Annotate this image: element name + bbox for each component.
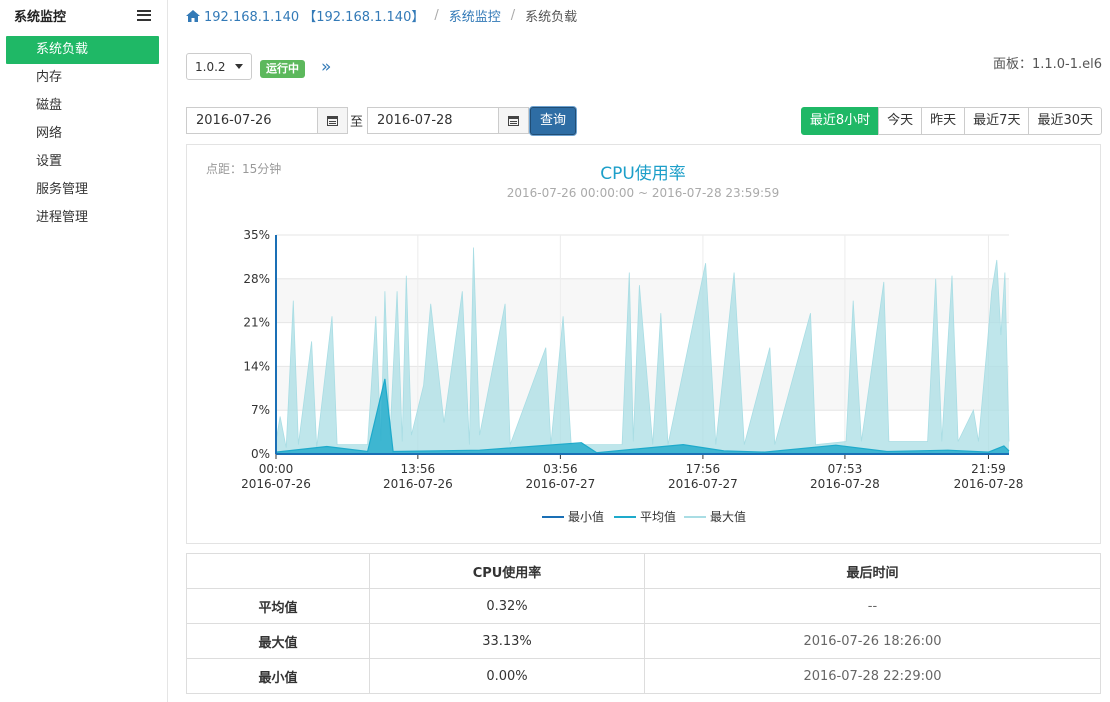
range-last-8-hours[interactable]: 最近8小时 bbox=[800, 107, 880, 135]
sidebar-item-services[interactable]: 服务管理 bbox=[6, 176, 159, 204]
menu-toggle-icon[interactable] bbox=[137, 9, 151, 21]
breadcrumb: 192.168.1.140 【192.168.1.140】 / 系统监控 / 系… bbox=[186, 6, 577, 25]
chart-interval-note: 点距：15分钟 bbox=[206, 161, 281, 176]
table-row: 平均值 0.32% -- bbox=[186, 588, 1101, 624]
breadcrumb-separator: / bbox=[434, 8, 439, 23]
column-header: CPU使用率 bbox=[369, 553, 645, 589]
y-tick-label: 35% bbox=[243, 228, 270, 242]
row-label: 最大值 bbox=[186, 623, 370, 659]
breadcrumb-section-link[interactable]: 系统监控 bbox=[449, 6, 501, 25]
cpu-chart-panel: 点距：15分钟 CPU使用率 2016-07-26 00:00:00 ~ 201… bbox=[186, 144, 1101, 544]
range-last-30-days[interactable]: 最近30天 bbox=[1028, 107, 1102, 135]
version-value: 1.0.2 bbox=[195, 59, 226, 74]
x-tick-label: 21:59 bbox=[971, 462, 1006, 476]
calendar-icon bbox=[327, 115, 338, 126]
caret-down-icon bbox=[235, 64, 243, 69]
breadcrumb-host-link[interactable]: 192.168.1.140 【192.168.1.140】 bbox=[204, 6, 424, 25]
last-time: 2016-07-28 22:29:00 bbox=[644, 658, 1101, 694]
x-tick-date-label: 2016-07-27 bbox=[668, 477, 738, 491]
cpu-value: 0.32% bbox=[369, 588, 645, 624]
x-tick-date-label: 2016-07-28 bbox=[954, 477, 1024, 491]
date-range-separator: 至 bbox=[350, 115, 364, 130]
sidebar-item-disk[interactable]: 磁盘 bbox=[6, 92, 159, 120]
x-tick-date-label: 2016-07-28 bbox=[810, 477, 880, 491]
sidebar-header: 系统监控 bbox=[0, 0, 167, 30]
x-tick-label: 03:56 bbox=[543, 462, 578, 476]
last-time: 2016-07-26 18:26:00 bbox=[644, 623, 1101, 659]
sidebar-item-memory[interactable]: 内存 bbox=[6, 64, 159, 92]
sidebar: 系统监控 系统负载 内存 磁盘 网络 设置 服务管理 进程管理 bbox=[0, 0, 168, 702]
x-tick-label: 07:53 bbox=[828, 462, 863, 476]
sidebar-item-settings[interactable]: 设置 bbox=[6, 148, 159, 176]
x-tick-date-label: 2016-07-27 bbox=[526, 477, 596, 491]
column-header: 最后时间 bbox=[644, 553, 1101, 589]
range-yesterday[interactable]: 昨天 bbox=[921, 107, 966, 135]
cpu-stats-table: CPU使用率 最后时间 平均值 0.32% -- 最大值 33.13% 2016… bbox=[186, 553, 1101, 694]
legend-item[interactable]: 最小值 bbox=[542, 509, 604, 524]
home-icon[interactable] bbox=[186, 9, 200, 22]
end-date-field[interactable]: 2016-07-28 bbox=[367, 107, 529, 134]
column-header bbox=[186, 553, 370, 589]
chart-legend: 最小值 平均值 最大值 bbox=[542, 509, 746, 524]
chart-subtitle: 2016-07-26 00:00:00 ~ 2016-07-28 23:59:5… bbox=[507, 186, 780, 200]
x-tick-label: 13:56 bbox=[401, 462, 436, 476]
y-tick-label: 7% bbox=[251, 403, 270, 417]
cpu-value: 33.13% bbox=[369, 623, 645, 659]
legend-item[interactable]: 最大值 bbox=[684, 509, 746, 524]
cpu-usage-chart: 点距：15分钟 CPU使用率 2016-07-26 00:00:00 ~ 201… bbox=[206, 161, 1023, 524]
sidebar-item-load[interactable]: 系统负载 bbox=[6, 36, 159, 64]
table-row: 最小值 0.00% 2016-07-28 22:29:00 bbox=[186, 658, 1101, 694]
cpu-value: 0.00% bbox=[369, 658, 645, 694]
start-date-picker-button[interactable] bbox=[317, 108, 347, 133]
range-last-7-days[interactable]: 最近7天 bbox=[964, 107, 1030, 135]
start-date-value[interactable]: 2016-07-26 bbox=[187, 108, 317, 133]
sidebar-title: 系统监控 bbox=[14, 9, 67, 25]
x-tick-label: 17:56 bbox=[686, 462, 721, 476]
x-tick-label: 00:00 bbox=[259, 462, 294, 476]
row-label: 最小值 bbox=[186, 658, 370, 694]
range-today[interactable]: 今天 bbox=[878, 107, 923, 135]
start-date-field[interactable]: 2016-07-26 bbox=[186, 107, 348, 134]
y-tick-label: 28% bbox=[243, 272, 270, 286]
query-button[interactable]: 查询 bbox=[530, 107, 576, 135]
end-date-picker-button[interactable] bbox=[498, 108, 528, 133]
filter-row: 2016-07-26 至 2016-07-28 查询 最近8小时 今天 昨天 最… bbox=[186, 107, 1102, 135]
main-content: 192.168.1.140 【192.168.1.140】 / 系统监控 / 系… bbox=[186, 0, 1102, 702]
y-tick-label: 0% bbox=[251, 447, 270, 461]
status-badge: 运行中 bbox=[260, 60, 305, 78]
last-time: -- bbox=[644, 588, 1101, 624]
x-tick-date-label: 2016-07-26 bbox=[383, 477, 453, 491]
version-row: 1.0.2 运行中 » 面板：1.1.0-1.el6 bbox=[186, 53, 1102, 81]
chart-title: CPU使用率 bbox=[600, 163, 686, 184]
plot-area: 0%7%14%21%28%35%00:002016-07-2613:562016… bbox=[241, 228, 1023, 491]
legend-label: 平均值 bbox=[640, 509, 676, 524]
legend-label: 最小值 bbox=[568, 509, 604, 524]
sidebar-menu: 系统负载 内存 磁盘 网络 设置 服务管理 进程管理 bbox=[0, 36, 167, 232]
panel-version: 面板：1.1.0-1.el6 bbox=[992, 57, 1102, 72]
time-range-group: 最近8小时 今天 昨天 最近7天 最近30天 bbox=[800, 107, 1102, 135]
end-date-value[interactable]: 2016-07-28 bbox=[368, 108, 498, 133]
legend-item[interactable]: 平均值 bbox=[614, 509, 676, 524]
sidebar-item-processes[interactable]: 进程管理 bbox=[6, 204, 159, 232]
y-tick-label: 21% bbox=[243, 316, 270, 330]
sidebar-item-network[interactable]: 网络 bbox=[6, 120, 159, 148]
version-select[interactable]: 1.0.2 bbox=[186, 53, 252, 80]
row-label: 平均值 bbox=[186, 588, 370, 624]
breadcrumb-current: 系统负载 bbox=[525, 10, 578, 25]
legend-label: 最大值 bbox=[710, 509, 746, 524]
y-tick-label: 14% bbox=[243, 359, 270, 373]
double-chevron-right-icon[interactable]: » bbox=[321, 57, 331, 77]
breadcrumb-separator: / bbox=[510, 8, 516, 23]
table-header-row: CPU使用率 最后时间 bbox=[186, 553, 1101, 589]
x-tick-date-label: 2016-07-26 bbox=[241, 477, 311, 491]
calendar-icon bbox=[508, 115, 519, 126]
table-row: 最大值 33.13% 2016-07-26 18:26:00 bbox=[186, 623, 1101, 659]
